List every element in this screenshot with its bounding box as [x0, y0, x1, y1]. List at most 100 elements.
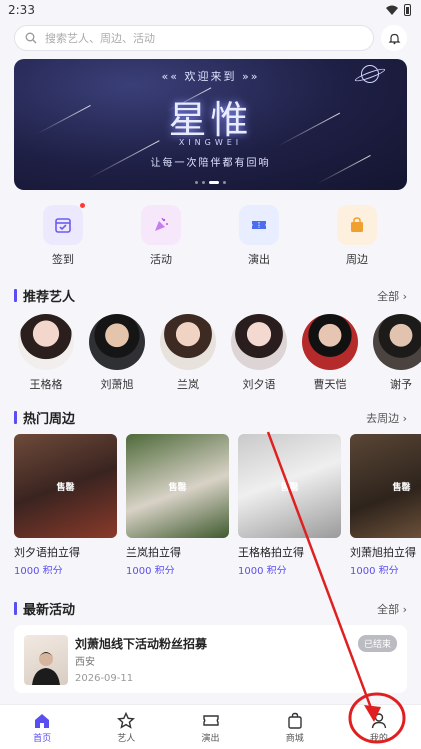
avatar	[89, 314, 145, 370]
artist-name: 兰岚	[177, 378, 199, 391]
sold-out-tag: 售罄	[56, 483, 75, 493]
tab-label: 演出	[201, 734, 220, 744]
carousel-dot	[202, 181, 205, 184]
goods-image: 售罄	[14, 434, 117, 538]
goods-name: 王格格拍立得	[238, 546, 304, 559]
goods-image: 售罄	[350, 434, 421, 538]
search-icon	[25, 32, 37, 44]
artists-more-link[interactable]: 全部 ›	[377, 288, 407, 304]
carousel-dot-active	[209, 181, 219, 184]
artist-name: 曹天恺	[313, 378, 347, 391]
avatar	[18, 314, 74, 370]
search-placeholder: 搜索艺人、周边、活动	[45, 32, 155, 45]
events-more-link[interactable]: 全部 ›	[377, 601, 407, 617]
tab-label: 我的	[369, 734, 388, 744]
status-bar: 2:33	[0, 0, 421, 20]
quick-action-label: 签到	[52, 253, 74, 266]
avatar	[302, 314, 358, 370]
sold-out-tag: 售罄	[392, 483, 411, 493]
tab-shows[interactable]: 演出	[168, 705, 252, 749]
event-thumbnail	[24, 635, 68, 685]
banner-title: 星惟	[168, 98, 253, 142]
artist-name: 刘夕语	[242, 378, 276, 391]
quick-action-icon-wrap	[43, 203, 85, 245]
tab-mine[interactable]: 我的	[337, 705, 421, 749]
avatar	[231, 314, 287, 370]
quick-action-icon-wrap	[337, 205, 377, 245]
goods-image: 售罄	[126, 434, 229, 538]
goods-more-link[interactable]: 去周边 ›	[366, 410, 407, 426]
goods-price: 1000 积分	[238, 566, 287, 574]
section-title: 推荐艺人	[14, 286, 75, 305]
party-popper-icon	[155, 217, 168, 231]
search-bar[interactable]: 搜索艺人、周边、活动	[14, 25, 374, 51]
goods-image: 售罄	[238, 434, 341, 538]
bell-icon	[388, 33, 400, 44]
artist-item[interactable]: 谢予	[373, 314, 421, 392]
carousel-dot	[195, 181, 198, 184]
sold-out-tag: 售罄	[280, 483, 299, 493]
quick-action-checkin[interactable]: 签到	[33, 203, 93, 267]
goods-item[interactable]: 售罄 刘萧旭拍立得 1000 积分	[350, 434, 421, 574]
tab-artists[interactable]: 艺人	[84, 705, 168, 749]
star-icon	[117, 712, 136, 729]
events-section-header: 最新活动 全部 ›	[14, 599, 407, 619]
person-icon	[371, 713, 387, 729]
tab-home[interactable]: 首页	[0, 705, 84, 749]
goods-price: 1000 积分	[350, 566, 399, 574]
notification-button[interactable]	[381, 25, 407, 51]
artist-item[interactable]: 兰岚	[160, 314, 216, 392]
shopping-bag-icon	[288, 712, 302, 729]
quick-action-show[interactable]: 演出	[229, 205, 289, 267]
carousel-dot	[223, 181, 226, 184]
home-icon	[35, 714, 50, 728]
notification-dot	[80, 203, 85, 208]
promo-banner[interactable]: «« 欢迎来到 »» 星惟 XINGWEI 让每一次陪伴都有回响	[14, 59, 407, 190]
artist-item[interactable]: 王格格	[18, 314, 74, 392]
section-title: 热门周边	[14, 408, 75, 427]
goods-name: 刘夕语拍立得	[14, 546, 80, 559]
banner-subtitle: XINGWEI	[178, 138, 243, 147]
battery-icon	[404, 4, 411, 16]
goods-list[interactable]: 售罄 刘夕语拍立得 1000 积分 售罄 兰岚拍立得 1000 积分 售罄 王格…	[14, 434, 421, 574]
goods-price: 1000 积分	[126, 566, 175, 574]
quick-action-merch[interactable]: 周边	[327, 205, 387, 267]
person-photo	[32, 652, 60, 685]
artist-name: 刘萧旭	[100, 378, 134, 391]
event-date: 2026-09-11	[75, 673, 134, 684]
quick-action-icon-wrap	[141, 205, 181, 245]
tab-shop[interactable]: 商城	[253, 705, 337, 749]
artists-list[interactable]: 王格格 刘萧旭 兰岚 刘夕语 曹天恺 谢予	[18, 314, 421, 394]
goods-price: 1000 积分	[14, 566, 63, 574]
artist-item[interactable]: 刘萧旭	[89, 314, 145, 392]
ticket-icon	[252, 221, 266, 229]
banner-slogan: 让每一次陪伴都有回响	[150, 158, 271, 169]
quick-action-label: 周边	[346, 253, 368, 266]
carousel-indicator	[14, 181, 407, 184]
goods-section-header: 热门周边 去周边 ›	[14, 408, 407, 428]
artist-item[interactable]: 曹天恺	[302, 314, 358, 392]
event-status-badge: 已结束	[357, 635, 397, 652]
event-title: 刘萧旭线下活动粉丝招募	[75, 637, 208, 651]
avatar	[373, 314, 421, 370]
wifi-icon	[386, 5, 398, 15]
goods-item[interactable]: 售罄 王格格拍立得 1000 积分	[238, 434, 341, 574]
status-icons	[386, 4, 411, 16]
banner-welcome: «« 欢迎来到 »»	[161, 70, 260, 83]
artist-item[interactable]: 刘夕语	[231, 314, 287, 392]
quick-action-icon-wrap	[239, 205, 279, 245]
artists-section-header: 推荐艺人 全部 ›	[14, 286, 407, 306]
sold-out-tag: 售罄	[168, 483, 187, 493]
quick-action-label: 演出	[248, 253, 270, 266]
section-title: 最新活动	[14, 599, 75, 618]
event-card[interactable]: 刘萧旭线下活动粉丝招募 西安 2026-09-11 已结束	[14, 625, 407, 693]
goods-name: 兰岚拍立得	[126, 546, 181, 559]
quick-action-activity[interactable]: 活动	[131, 205, 191, 267]
goods-item[interactable]: 售罄 兰岚拍立得 1000 积分	[126, 434, 229, 574]
shopping-bag-icon	[351, 217, 363, 232]
goods-item[interactable]: 售罄 刘夕语拍立得 1000 积分	[14, 434, 117, 574]
artist-name: 谢予	[390, 378, 412, 391]
tab-label: 首页	[33, 734, 52, 744]
status-time: 2:33	[8, 3, 35, 17]
avatar	[160, 314, 216, 370]
